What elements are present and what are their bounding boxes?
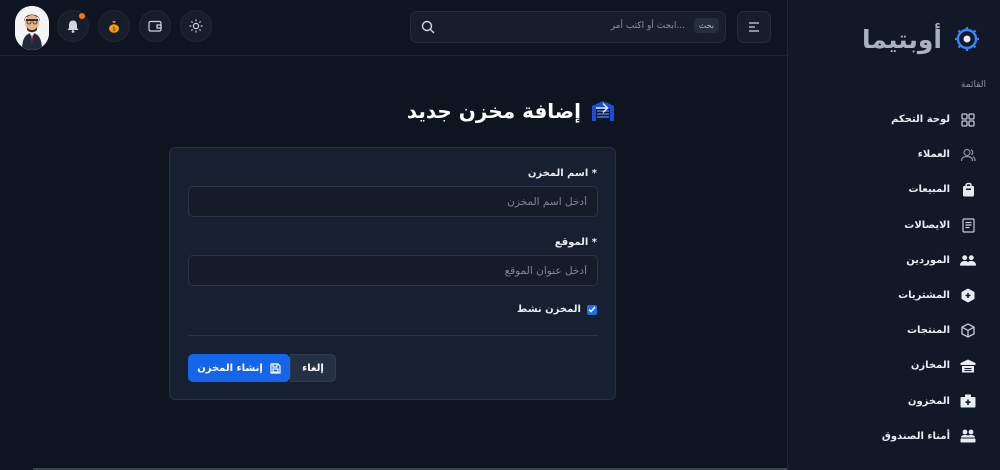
form-divider (188, 335, 598, 336)
sidebar-item-label: الموردين (906, 254, 950, 266)
sidebar-item-label: الايصالات (904, 219, 950, 231)
warehouse-form: اسم المخزن * الموقع * المخزن نشط إنشاء ا… (169, 147, 616, 400)
receipt-icon (960, 217, 976, 233)
active-checkbox-label: المخزن نشط (517, 304, 581, 315)
wallet-button[interactable] (139, 10, 171, 42)
brand-logo-icon (955, 27, 979, 51)
shopping-bag-icon (960, 182, 976, 198)
menu-section-title: القائمة (960, 80, 986, 90)
check-icon (588, 306, 596, 313)
sidebar-item-label: المبيعات (908, 184, 951, 196)
user-avatar[interactable] (15, 6, 49, 50)
money-bag-icon: $ (109, 20, 119, 33)
users-icon (960, 147, 976, 163)
sidebar-item-label: المشتريات (898, 290, 950, 302)
sidebar-item-label: المنتجات (906, 325, 950, 337)
sidebar-menu: لوحة التحكم العملاء المبيعات الايصالات ا… (787, 102, 1000, 454)
sidebar-item-suppliers[interactable]: الموردين (787, 243, 1000, 278)
box-icon (960, 323, 976, 339)
active-checkbox-row[interactable]: المخزن نشط (517, 304, 597, 315)
sidebar-item-sales[interactable]: المبيعات (787, 172, 1000, 207)
sidebar-item-purchases[interactable]: المشتريات (787, 278, 1000, 313)
location-input[interactable] (188, 255, 598, 286)
cancel-button[interactable]: إلغاء (290, 354, 336, 382)
create-warehouse-button[interactable]: إنشاء المخزن (188, 354, 290, 382)
sidebar-item-label: المخزون (907, 395, 950, 407)
topbar: $ ابحث أو اكتب أمر... بحث (0, 0, 787, 56)
sun-icon (189, 19, 203, 33)
sidebar-item-dashboard[interactable]: لوحة التحكم (787, 102, 1000, 137)
search-bar[interactable]: ابحث أو اكتب أمر... بحث (410, 11, 726, 43)
cashiers-icon (960, 428, 976, 444)
search-shortcut-badge: بحث (693, 18, 719, 33)
wallet-icon (148, 20, 162, 32)
warehouse-icon (960, 358, 976, 374)
sidebar-item-label: العملاء (917, 149, 950, 161)
svg-text:$: $ (112, 26, 116, 33)
sidebar-item-cashiers[interactable]: أمناء الصندوق (787, 419, 1000, 454)
sidebar-item-products[interactable]: المنتجات (787, 313, 1000, 348)
page-title: إضافة مخزن جديد (406, 99, 581, 123)
theme-toggle-button[interactable] (180, 10, 212, 42)
search-icon (421, 20, 435, 34)
sidebar-item-label: المخازن (910, 360, 950, 372)
page-header: إضافة مخزن جديد (380, 94, 615, 128)
back-arrow-icon[interactable] (595, 101, 609, 115)
sidebar-item-label: أمناء الصندوق (881, 430, 950, 442)
sidebar-item-label: لوحة التحكم (891, 114, 950, 126)
suppliers-icon (960, 252, 976, 268)
sidebar: أوبتيما القائمة لوحة التحكم العملاء المب… (787, 0, 1000, 470)
active-checkbox[interactable] (587, 304, 597, 315)
save-icon (270, 362, 281, 374)
menu-icon (749, 22, 759, 32)
brand-name: أوبتيما (861, 24, 942, 54)
notification-dot (79, 13, 85, 19)
bell-icon (67, 20, 79, 33)
brand[interactable]: أوبتيما (862, 22, 980, 56)
sidebar-item-warehouses[interactable]: المخازن (787, 348, 1000, 383)
warehouse-name-input[interactable] (188, 186, 598, 217)
sidebar-item-inventory[interactable]: المخزون (787, 384, 1000, 419)
coins-button[interactable]: $ (98, 10, 130, 42)
location-label: الموقع * (554, 237, 597, 248)
sidebar-item-customers[interactable]: العملاء (787, 137, 1000, 172)
create-button-label: إنشاء المخزن (197, 362, 263, 374)
search-placeholder: ابحث أو اكتب أمر... (610, 21, 685, 31)
sidebar-toggle-button[interactable] (737, 11, 771, 43)
sidebar-item-receipts[interactable]: الايصالات (787, 208, 1000, 243)
grid-icon (960, 112, 976, 128)
notifications-button[interactable] (57, 10, 89, 42)
package-plus-icon (960, 288, 976, 304)
inventory-icon (960, 393, 976, 409)
warehouse-name-label: اسم المخزن * (527, 168, 597, 179)
